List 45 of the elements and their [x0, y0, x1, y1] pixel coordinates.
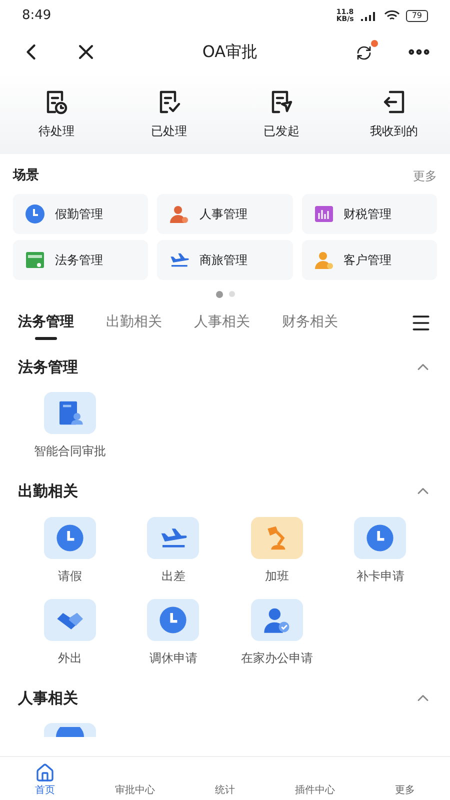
quick-action[interactable]: 已处理: [112, 88, 225, 140]
section-title: 出勤相关: [18, 481, 78, 502]
app-item[interactable]: 外出: [18, 598, 122, 666]
clock-time: 8:49: [22, 7, 52, 26]
app-item[interactable]: 补卡申请: [328, 516, 432, 584]
page-title: OA审批: [201, 41, 259, 63]
scene-card[interactable]: 假勤管理: [13, 194, 148, 234]
section-title: 法务管理: [18, 356, 78, 378]
scene-card[interactable]: 客户管理: [302, 240, 437, 280]
person-icon: [169, 204, 190, 224]
battery-indicator: 79: [406, 10, 428, 22]
app-item[interactable]: 请假: [18, 516, 122, 584]
scene-card[interactable]: 财税管理: [302, 194, 437, 234]
scene-card[interactable]: 商旅管理: [157, 240, 293, 280]
more-link[interactable]: 更多: [413, 166, 437, 185]
sync-icon[interactable]: [356, 42, 376, 62]
app-item[interactable]: 调休申请: [122, 598, 225, 666]
app-item[interactable]: 加班: [225, 516, 328, 584]
section-title: 场景: [13, 167, 39, 185]
person-icon: [314, 250, 334, 270]
category-tab[interactable]: 出勤相关: [106, 304, 162, 342]
scene-card[interactable]: 法务管理: [13, 240, 148, 280]
app-item[interactable]: 出差: [122, 516, 225, 584]
app-item[interactable]: 在家办公申请: [225, 598, 328, 666]
app-tile[interactable]: [44, 723, 96, 737]
wifi-icon: [384, 10, 400, 22]
nav-item[interactable]: 插件中心: [270, 757, 360, 800]
quick-action[interactable]: 待处理: [0, 88, 112, 140]
app-item[interactable]: 智能合同审批: [18, 392, 122, 460]
signal-icon: [360, 11, 378, 21]
nav-item[interactable]: 统计: [180, 757, 270, 800]
quick-action[interactable]: 我收到的: [338, 88, 450, 140]
user-check-icon: [262, 606, 291, 634]
nav-item[interactable]: 首页: [0, 757, 90, 800]
section-title: 人事相关: [18, 688, 78, 708]
quick-action[interactable]: 已发起: [225, 88, 338, 140]
nav-item[interactable]: 审批中心: [90, 757, 180, 800]
scene-card[interactable]: 人事管理: [157, 194, 293, 234]
home-icon: [35, 763, 55, 783]
category-tab[interactable]: 法务管理: [18, 304, 74, 342]
category-tab[interactable]: 财务相关: [282, 304, 338, 342]
bar-chart-icon: [314, 204, 334, 224]
nav-item[interactable]: 更多: [360, 757, 450, 800]
category-tab[interactable]: 人事相关: [194, 304, 250, 342]
card-icon: [25, 250, 45, 270]
